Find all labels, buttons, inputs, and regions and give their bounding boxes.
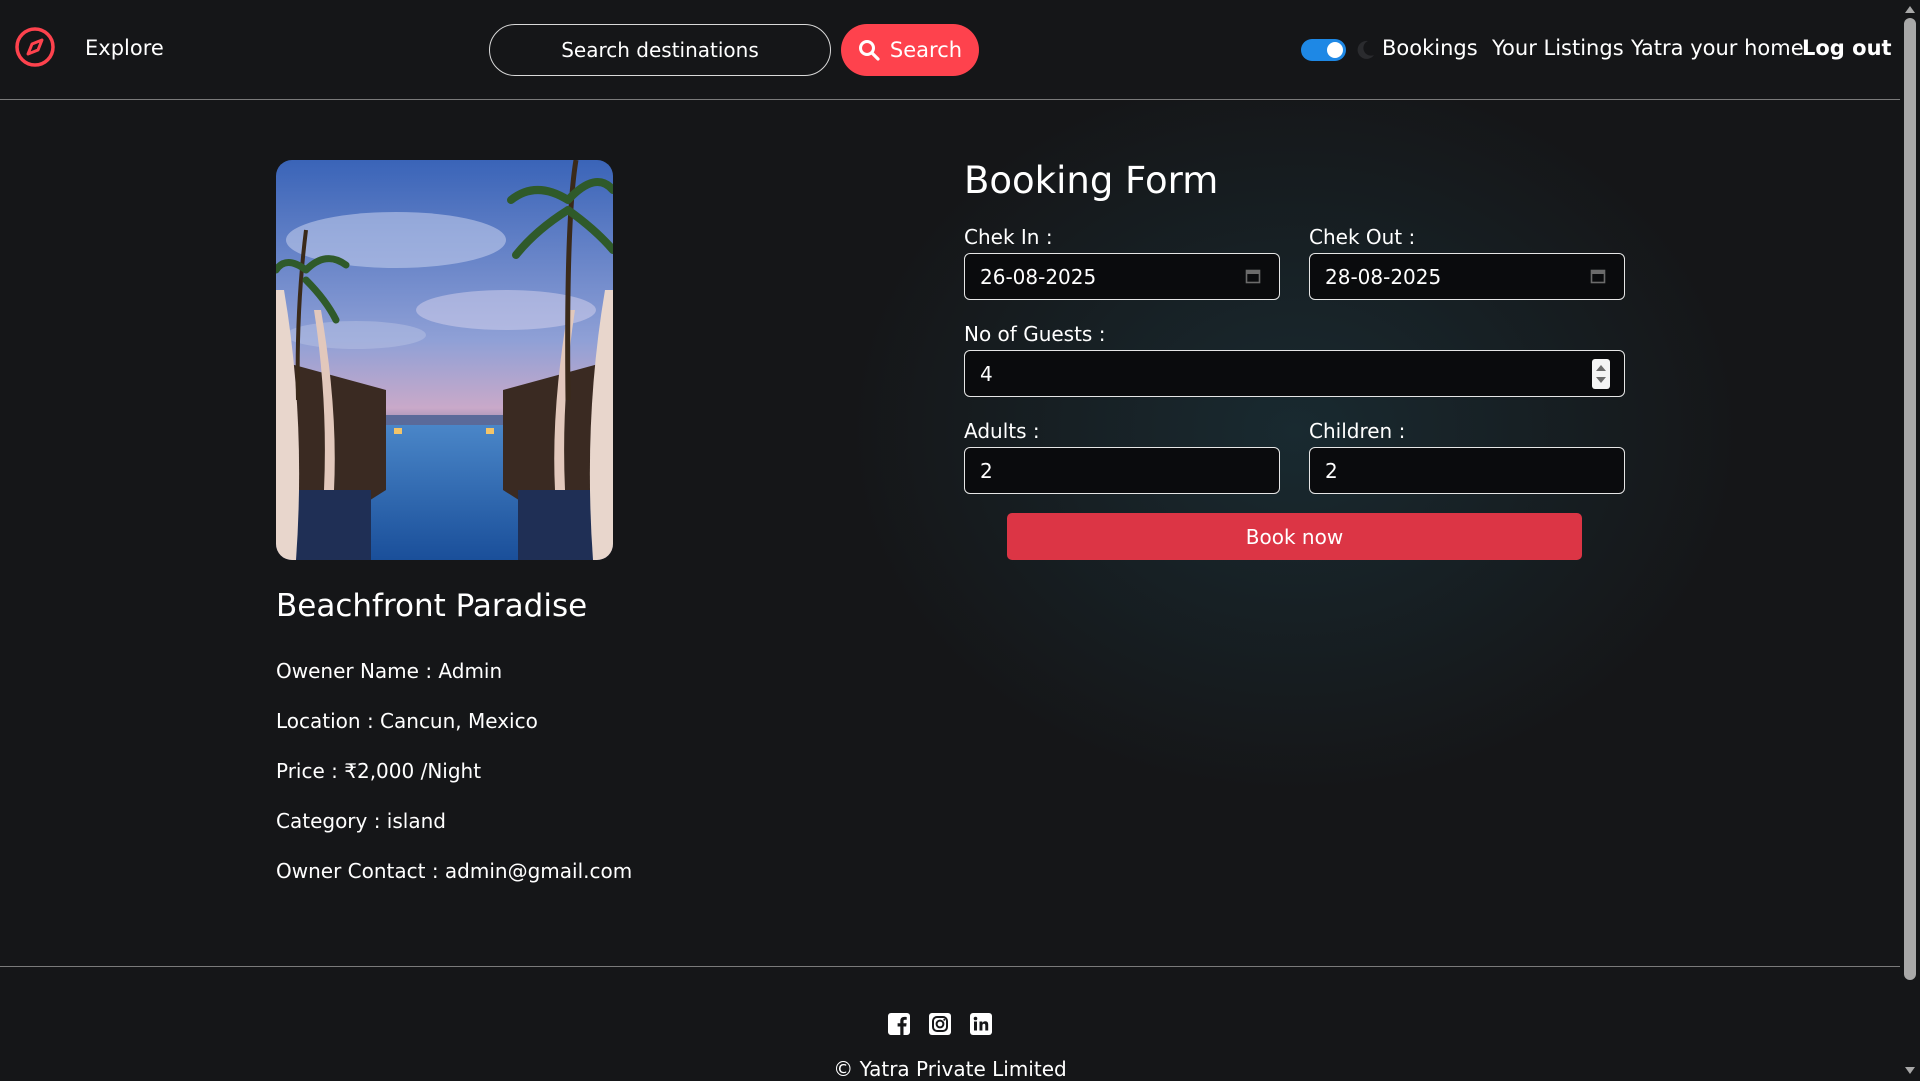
scrollbar-thumb[interactable] [1904, 18, 1916, 980]
calendar-icon[interactable] [1245, 268, 1261, 284]
toggle-knob [1327, 42, 1343, 58]
calendar-icon[interactable] [1590, 268, 1606, 284]
listing-page: Beachfront Paradise Owener Name : Admin … [0, 101, 1900, 966]
children-value: 2 [1325, 458, 1338, 483]
owner-name: Owener Name : Admin [276, 659, 503, 683]
checkin-date-input[interactable]: 26-08-2025 [964, 253, 1280, 300]
checkin-date-value: 26-08-2025 [980, 264, 1097, 289]
search-icon [858, 40, 880, 61]
search-input[interactable] [489, 24, 831, 76]
moon-icon [1357, 40, 1374, 59]
compass-icon[interactable] [14, 26, 56, 68]
adults-value: 2 [980, 458, 993, 483]
booking-form-title: Booking Form [964, 159, 1219, 202]
owner-contact: Owner Contact : admin@gmail.com [276, 859, 633, 883]
children-label: Children : [1309, 419, 1406, 443]
children-input[interactable]: 2 [1309, 447, 1625, 494]
number-stepper-icon[interactable] [1592, 359, 1610, 389]
copyright-text: © Yatra Private Limited [833, 1057, 1067, 1081]
checkout-date-input[interactable]: 28-08-2025 [1309, 253, 1625, 300]
scroll-up-arrow-icon[interactable] [1905, 6, 1915, 13]
facebook-icon[interactable] [887, 1012, 911, 1036]
checkin-label: Chek In : [964, 225, 1053, 249]
navbar: Explore Search Bookings Your Listings Ya… [0, 0, 1900, 100]
guests-number-input[interactable]: 4 [964, 350, 1625, 397]
scroll-down-arrow-icon[interactable] [1905, 1067, 1915, 1074]
listing-image [276, 160, 613, 560]
nav-logout-link[interactable]: Log out [1802, 36, 1892, 60]
search-button[interactable]: Search [841, 24, 979, 76]
guests-label: No of Guests : [964, 322, 1106, 346]
listing-category: Category : island [276, 809, 446, 833]
explore-link[interactable]: Explore [85, 36, 164, 60]
page-scrollbar[interactable] [1900, 0, 1920, 1080]
adults-input[interactable]: 2 [964, 447, 1280, 494]
checkout-label: Chek Out : [1309, 225, 1416, 249]
listing-location: Location : Cancun, Mexico [276, 709, 538, 733]
listing-title: Beachfront Paradise [276, 588, 588, 624]
footer: © Yatra Private Limited [0, 966, 1900, 1081]
listing-price: Price : ₹2,000 /Night [276, 759, 482, 783]
nav-your-listings-link[interactable]: Your Listings [1492, 36, 1624, 60]
instagram-icon[interactable] [928, 1012, 952, 1036]
nav-bookings-link[interactable]: Bookings [1382, 36, 1478, 60]
book-now-button[interactable]: Book now [1007, 513, 1582, 560]
search-button-label: Search [889, 38, 963, 62]
theme-toggle[interactable] [1301, 39, 1346, 61]
checkout-date-value: 28-08-2025 [1325, 264, 1442, 289]
nav-yatra-your-home-link[interactable]: Yatra your home [1631, 36, 1804, 60]
guests-value: 4 [980, 361, 993, 386]
linkedin-icon[interactable] [969, 1012, 993, 1036]
adults-label: Adults : [964, 419, 1040, 443]
